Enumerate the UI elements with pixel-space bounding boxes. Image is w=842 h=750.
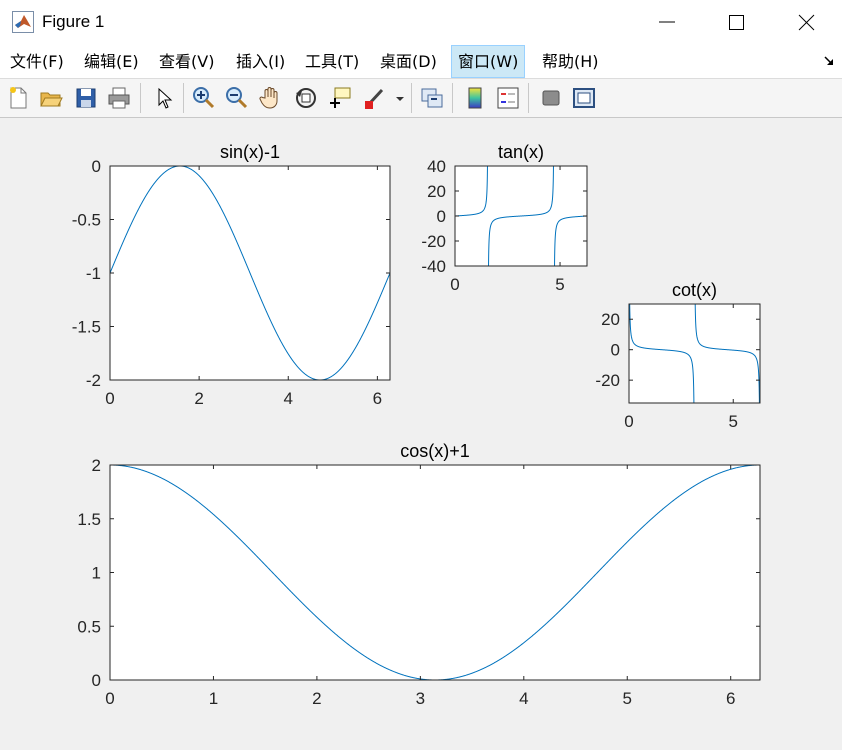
y-tick-label: -20 <box>595 371 620 390</box>
maximize-button[interactable] <box>700 0 770 44</box>
brush-icon[interactable] <box>362 85 388 111</box>
x-tick-label: 2 <box>312 689 321 708</box>
maximize-icon <box>729 15 744 30</box>
y-tick-label: 0.5 <box>77 617 101 636</box>
axes-4: 0 1 2 3 4 5 6 2 1.5 1 0.5 0 cos(x)+1 <box>77 441 761 708</box>
y-tick-label: 40 <box>427 157 446 176</box>
x-tick-label: 3 <box>416 689 425 708</box>
window-title: Figure 1 <box>42 12 105 31</box>
menu-insert[interactable]: 插入(I) <box>234 50 287 74</box>
y-tick-label: 0 <box>92 671 101 690</box>
toolbar-separator <box>140 83 141 113</box>
x-tick-label: 5 <box>555 275 564 294</box>
menu-bar: 文件(F) 编辑(E) 查看(V) 插入(I) 工具(T) 桌面(D) 窗口(W… <box>0 44 842 78</box>
y-tick-label: -20 <box>421 232 446 251</box>
toolbar-separator <box>452 83 453 113</box>
x-tick-label: 0 <box>105 689 114 708</box>
axes-background <box>110 465 760 680</box>
brush-dropdown-icon[interactable] <box>393 85 407 111</box>
figure-canvas: 0 2 4 60-0.5-1-1.5-2sin(x)-10 540200-20-40ta… <box>72 142 761 708</box>
matlab-logo-icon <box>12 11 34 33</box>
axes-title: cos(x)+1 <box>400 441 470 461</box>
x-tick-label: 6 <box>726 689 735 708</box>
menu-edit[interactable]: 编辑(E) <box>82 50 141 74</box>
toolbar-separator <box>528 83 529 113</box>
x-tick-label: 5 <box>729 412 738 431</box>
hide-plot-tools-icon[interactable] <box>538 85 564 111</box>
save-icon[interactable] <box>73 85 99 111</box>
link-plot-icon[interactable] <box>419 85 445 111</box>
rotate-3d-icon[interactable] <box>293 85 319 111</box>
open-file-icon[interactable] <box>38 85 64 111</box>
x-tick-label: 6 <box>373 389 382 408</box>
y-tick-label: 0 <box>92 157 101 176</box>
axes-3: 0 5 20 0 -20 cot(x) <box>595 280 761 431</box>
y-tick-label: 20 <box>427 182 446 201</box>
axes-title: cot(x) <box>672 280 717 300</box>
y-tick-label: -40 <box>421 257 446 276</box>
x-tick-label: 0 <box>624 412 633 431</box>
figure-toolbar <box>0 78 842 118</box>
y-tick-label: 2 <box>92 456 101 475</box>
menu-help[interactable]: 帮助(H) <box>540 50 601 74</box>
y-tick-label: -2 <box>86 371 101 390</box>
print-icon[interactable] <box>106 85 132 111</box>
toolbar-separator <box>183 83 184 113</box>
y-tick-label: -1 <box>86 264 101 283</box>
axes-1: 0 2 4 6 0 -0.5 -1 -1.5 -2 sin(x)-1 <box>72 142 391 408</box>
menu-window[interactable]: 窗口(W) <box>451 45 526 78</box>
axes-2: 0 5 40 20 0 -20 -40 tan(x) <box>421 142 588 294</box>
y-tick-label: 1 <box>92 564 101 583</box>
colorbar-icon[interactable] <box>462 85 488 111</box>
x-tick-label: 0 <box>450 275 459 294</box>
x-tick-label: 0 <box>105 389 114 408</box>
toolbar-separator <box>411 83 412 113</box>
x-tick-label: 4 <box>284 389 293 408</box>
close-icon <box>798 14 815 31</box>
show-plot-tools-icon[interactable] <box>571 85 597 111</box>
axes-title: sin(x)-1 <box>220 142 280 162</box>
select-pointer-icon[interactable] <box>151 85 177 111</box>
y-tick-label: 20 <box>601 310 620 329</box>
axes-background <box>629 304 760 403</box>
menu-view[interactable]: 查看(V) <box>157 50 216 74</box>
x-tick-label: 5 <box>623 689 632 708</box>
menu-file[interactable]: 文件(F) <box>8 50 66 74</box>
axes-title: tan(x) <box>498 142 544 162</box>
minimize-icon <box>659 21 675 23</box>
y-tick-label: 0 <box>437 207 446 226</box>
new-figure-icon[interactable] <box>5 85 31 111</box>
y-tick-label: 0 <box>611 341 620 360</box>
x-tick-label: 2 <box>194 389 203 408</box>
y-tick-label: 1.5 <box>77 510 101 529</box>
menu-tools[interactable]: 工具(T) <box>303 50 361 74</box>
x-tick-label: 4 <box>519 689 528 708</box>
x-tick-label: 1 <box>209 689 218 708</box>
data-cursor-icon[interactable] <box>327 85 353 111</box>
menu-desktop[interactable]: 桌面(D) <box>378 50 439 74</box>
zoom-in-icon[interactable] <box>191 85 217 111</box>
minimize-button[interactable] <box>628 0 698 44</box>
y-tick-label: -0.5 <box>72 211 101 230</box>
y-tick-label: -1.5 <box>72 318 101 337</box>
pan-hand-icon[interactable] <box>258 85 284 111</box>
title-bar: Figure 1 <box>0 0 842 44</box>
legend-icon[interactable] <box>495 85 521 111</box>
dock-arrow-icon[interactable] <box>822 54 836 68</box>
close-button[interactable] <box>772 0 842 44</box>
zoom-out-icon[interactable] <box>224 85 250 111</box>
